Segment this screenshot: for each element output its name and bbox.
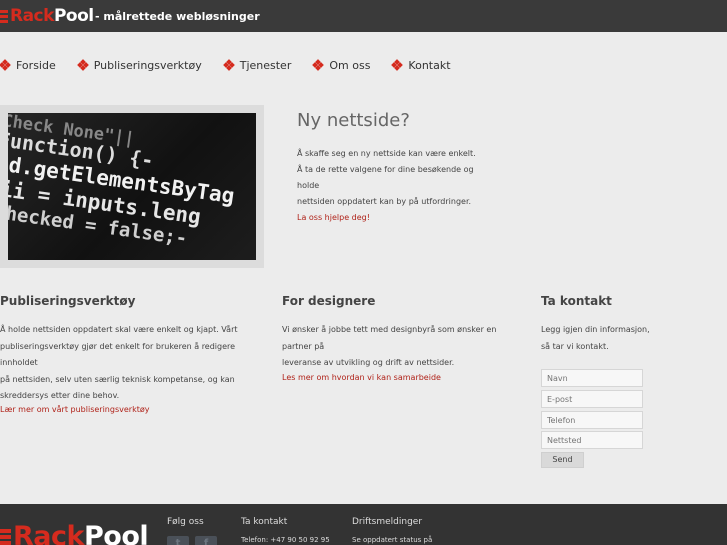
nav-item-forside[interactable]: Forside	[0, 59, 56, 72]
designers-text-line: leveranse av utvikling og drift av netts…	[282, 358, 455, 367]
website-field[interactable]	[541, 431, 643, 449]
diamond-bullet-icon	[0, 59, 11, 71]
contact-title: Ta kontakt	[541, 294, 612, 308]
follow-us-heading: Følg oss	[167, 517, 204, 527]
logo-text-pool: Pool	[83, 521, 149, 545]
logo-text-rack: Rack	[10, 6, 54, 26]
publishing-text-line: på nettsiden, selv uten særlig teknisk k…	[0, 374, 235, 384]
publishing-text-line: publiseringsverktøy gjør det enkelt for …	[0, 341, 236, 368]
designers-title: For designere	[282, 294, 376, 308]
hero-text-line: nettsiden oppdatert kan by på utfordring…	[297, 197, 472, 206]
contact-text-line: så tar vi kontakt.	[541, 341, 609, 351]
nav-item-label: Publiseringsverktøy	[93, 58, 202, 72]
designers-text: Vi ønsker å jobbe tett med designbyrå so…	[282, 322, 527, 372]
hero-code-image: Check None"|| Function() {- $d.getElemen…	[8, 113, 256, 260]
footer: RackPool Følg oss t f Ta kontakt Telefon…	[0, 504, 727, 545]
footer-contact-heading: Ta kontakt	[241, 517, 288, 527]
logo-text-rack: Rack	[13, 521, 84, 545]
logo-text-pool: Pool	[53, 6, 94, 26]
hero-image-frame: Check None"|| Function() {- $d.getElemen…	[0, 105, 264, 268]
publishing-text: Å holde nettsiden oppdatert skal være en…	[0, 322, 265, 405]
nav-item-label: Tjenester	[239, 58, 292, 72]
contact-text: Legg igjen din informasjon, så tar vi ko…	[541, 322, 691, 355]
nav-item-tjenester[interactable]: Tjenester	[222, 58, 292, 72]
diamond-bullet-icon	[76, 59, 89, 71]
ops-messages-text: Se oppdatert status på	[352, 536, 433, 544]
publishing-text-line: skreddersys etter dine behov.	[0, 391, 120, 400]
logo-mark-icon	[0, 9, 8, 23]
send-button[interactable]: Send	[541, 452, 584, 468]
hero-text-line: Å ta de rette valgene for dine besøkende…	[297, 165, 474, 190]
nav-item-kontakt[interactable]: Kontakt	[391, 58, 451, 72]
top-bar: RackPool - målrettede webløsninger	[0, 0, 727, 32]
rackpool-logo[interactable]: RackPool	[0, 5, 94, 27]
footer-rackpool-logo[interactable]: RackPool	[0, 521, 149, 545]
ops-messages-heading: Driftsmeldinger	[352, 517, 423, 527]
publishing-title: Publiseringsverktøy	[0, 294, 136, 308]
tagline: - målrettede webløsninger	[95, 10, 260, 23]
diamond-bullet-icon	[312, 59, 325, 71]
nav-item-label: Om oss	[329, 58, 371, 72]
nav-item-label: Forside	[16, 58, 56, 72]
nav-item-label: Kontakt	[408, 58, 451, 72]
designers-read-more-link[interactable]: Les mer om hvordan vi kan samarbeide	[282, 373, 441, 382]
diamond-bullet-icon	[391, 59, 404, 71]
diamond-bullet-icon	[222, 59, 235, 71]
contact-text-line: Legg igjen din informasjon,	[541, 325, 650, 334]
hero-text-line: Å skaffe seg en ny nettside kan være enk…	[297, 149, 476, 158]
hero-text: Å skaffe seg en ny nettside kan være enk…	[297, 146, 497, 210]
name-field[interactable]	[541, 369, 643, 387]
footer-phone: Telefon: +47 90 50 92 95	[241, 536, 330, 544]
publishing-learn-more-link[interactable]: Lær mer om vårt publiseringsverktøy	[0, 405, 149, 414]
hero-title: Ny nettside?	[297, 110, 410, 131]
email-field[interactable]	[541, 390, 643, 408]
main-nav: Forside Publiseringsverktøy Tjenester Om…	[0, 57, 473, 73]
phone-field[interactable]	[541, 411, 643, 429]
twitter-icon[interactable]: t	[167, 536, 189, 545]
designers-text-line: Vi ønsker å jobbe tett med designbyrå so…	[282, 325, 497, 351]
nav-item-om-oss[interactable]: Om oss	[312, 58, 371, 72]
facebook-icon[interactable]: f	[195, 536, 217, 545]
publishing-text-line: Å holde nettsiden oppdatert skal være en…	[0, 325, 238, 334]
nav-item-publiseringsverktoy[interactable]: Publiseringsverktøy	[76, 58, 202, 72]
hero-help-link[interactable]: La oss hjelpe deg!	[297, 213, 370, 222]
logo-mark-icon	[0, 528, 11, 545]
